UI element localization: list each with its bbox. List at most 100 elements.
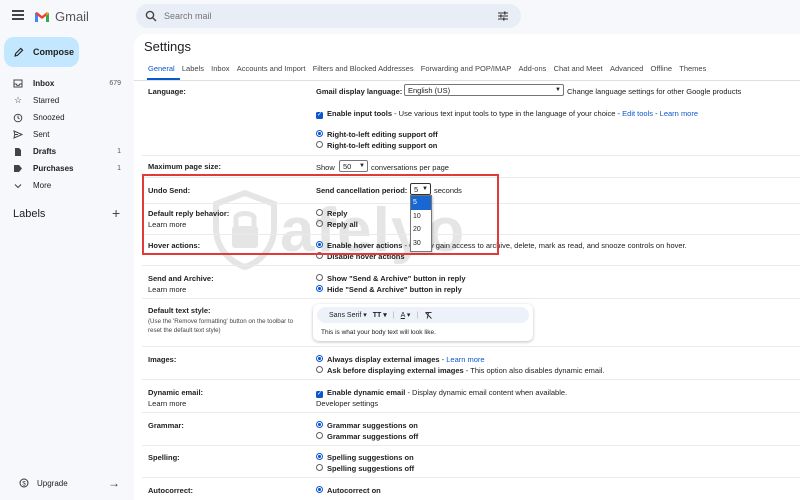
logo-text: Gmail: [55, 9, 89, 24]
show-send-archive-radio[interactable]: [316, 274, 323, 283]
input-tools-checkbox[interactable]: ✓: [316, 109, 323, 119]
ask-before-text: Ask before displaying external images - …: [327, 366, 604, 375]
tab-accounts-import[interactable]: Accounts and Import: [237, 64, 306, 73]
remove-formatting-icon[interactable]: [424, 311, 433, 320]
select-value: English (US): [408, 85, 451, 95]
text-style-label: Default text style:: [148, 306, 211, 315]
change-language-link[interactable]: Change language settings for other Googl…: [567, 87, 741, 96]
grammar-on-radio[interactable]: [316, 421, 323, 430]
rtl-off-radio[interactable]: [316, 130, 323, 139]
text-color-icon[interactable]: A ▾: [401, 311, 411, 319]
star-icon: ☆: [13, 95, 23, 105]
dropdown-option[interactable]: 5: [411, 196, 431, 210]
tab-addons[interactable]: Add-ons: [518, 64, 546, 73]
arrow-right-icon[interactable]: →: [108, 476, 120, 490]
sidebar-item-sent[interactable]: Sent: [0, 126, 128, 143]
sidebar-item-label: Snoozed: [33, 113, 65, 122]
font-size-icon[interactable]: TT ▾: [373, 311, 387, 319]
gmail-logo[interactable]: Gmail: [34, 9, 89, 24]
tab-chat-meet[interactable]: Chat and Meet: [554, 64, 603, 73]
divider: [142, 379, 800, 380]
tab-inbox[interactable]: Inbox: [211, 64, 229, 73]
always-display-label: Always display external images: [327, 355, 440, 364]
dropdown-option[interactable]: 20: [411, 223, 431, 237]
settings-tabs: General Labels Inbox Accounts and Import…: [148, 64, 714, 73]
search-icon[interactable]: [145, 10, 157, 22]
chevron-down-icon: ▼: [359, 163, 365, 169]
language-label: Language:: [148, 87, 186, 96]
autocorrect-on-radio[interactable]: [316, 486, 323, 495]
add-label-icon[interactable]: +: [112, 205, 120, 221]
ask-before-radio[interactable]: [316, 366, 323, 375]
dynamic-email-enable: Enable dynamic email: [327, 388, 406, 397]
sidebar-item-inbox[interactable]: Inbox 679: [0, 75, 128, 92]
ask-before-label: Ask before displaying external images: [327, 366, 464, 375]
sidebar-item-snoozed[interactable]: Snoozed: [0, 109, 128, 126]
input-tools-label: Enable input tools: [327, 109, 392, 118]
divider: [142, 298, 800, 299]
text-style-editor: Sans Serif ▾ TT ▾ | A ▾ | This is what y…: [313, 304, 533, 341]
edit-tools-link[interactable]: Edit tools: [622, 109, 653, 118]
tab-labels[interactable]: Labels: [182, 64, 204, 73]
learn-more-link[interactable]: Learn more: [660, 109, 698, 118]
sidebar-item-drafts[interactable]: Drafts 1: [0, 143, 128, 160]
send-icon: [13, 130, 23, 140]
grammar-label: Grammar:: [148, 421, 184, 430]
sidebar-item-label: Inbox: [33, 79, 55, 88]
tab-filters[interactable]: Filters and Blocked Addresses: [313, 64, 414, 73]
tab-offline[interactable]: Offline: [651, 64, 673, 73]
tab-advanced[interactable]: Advanced: [610, 64, 643, 73]
dynamic-email-label: Dynamic email:: [148, 388, 204, 397]
page-size-select[interactable]: 50 ▼: [339, 160, 368, 172]
divider: [134, 80, 800, 81]
tab-themes[interactable]: Themes: [679, 64, 706, 73]
search-input[interactable]: [164, 10, 464, 22]
developer-settings-link[interactable]: Developer settings: [316, 399, 378, 408]
sidebar-item-purchases[interactable]: Purchases 1: [0, 160, 128, 177]
text-style-preview: This is what your body text will look li…: [321, 329, 436, 336]
learn-more-link[interactable]: Learn more: [148, 285, 186, 294]
display-language-select[interactable]: English (US) ▼: [404, 84, 564, 96]
spelling-on-radio[interactable]: [316, 453, 323, 462]
upgrade-icon: $: [19, 478, 29, 488]
search-options-icon[interactable]: [497, 10, 509, 22]
main-menu-icon[interactable]: [12, 10, 24, 20]
dropdown-option[interactable]: 10: [411, 210, 431, 224]
display-language-label: Gmail display language:: [316, 87, 403, 96]
learn-more-link[interactable]: Learn more: [446, 355, 484, 364]
spelling-off-radio[interactable]: [316, 464, 323, 473]
send-archive-label: Send and Archive:: [148, 274, 214, 283]
learn-more-link[interactable]: Learn more: [148, 399, 186, 408]
always-display-radio[interactable]: [316, 355, 323, 364]
sidebar-item-label: Starred: [33, 96, 60, 105]
font-size-glyph: TT: [372, 312, 382, 319]
upgrade-label: Upgrade: [37, 478, 68, 488]
dropdown-option[interactable]: 30: [411, 237, 431, 251]
sidebar-item-label: Sent: [33, 130, 50, 139]
tab-general[interactable]: General: [148, 64, 175, 73]
text-color-glyph: A: [400, 312, 405, 319]
hide-send-archive-radio[interactable]: [316, 285, 323, 294]
autocorrect-label: Autocorrect:: [148, 486, 194, 495]
autocorrect-on-label: Autocorrect on: [327, 486, 381, 495]
rtl-off-label: Right-to-left editing support off: [327, 130, 438, 139]
spelling-off-label: Spelling suggestions off: [327, 464, 415, 473]
upgrade-button[interactable]: $ Upgrade: [19, 478, 68, 488]
compose-label: Compose: [33, 47, 75, 57]
input-tools-text: Enable input tools - Use various text in…: [327, 109, 699, 118]
pencil-icon: [14, 47, 24, 57]
search-bar[interactable]: [136, 4, 521, 28]
text-style-toolbar: Sans Serif ▾ TT ▾ | A ▾ |: [317, 307, 529, 323]
rtl-on-radio[interactable]: [316, 141, 323, 150]
dynamic-email-checkbox[interactable]: ✓: [316, 388, 323, 398]
font-family-select[interactable]: Sans Serif ▾: [329, 311, 367, 319]
divider: [142, 477, 800, 478]
page-size-label: Maximum page size:: [148, 162, 221, 171]
sidebar-item-more[interactable]: More: [0, 177, 128, 194]
grammar-off-radio[interactable]: [316, 432, 323, 441]
sidebar-item-starred[interactable]: ☆ Starred: [0, 92, 128, 109]
chevron-down-icon: [13, 181, 23, 191]
gmail-m-icon: [35, 11, 49, 22]
tab-forwarding[interactable]: Forwarding and POP/IMAP: [421, 64, 511, 73]
compose-button[interactable]: Compose: [4, 37, 79, 67]
